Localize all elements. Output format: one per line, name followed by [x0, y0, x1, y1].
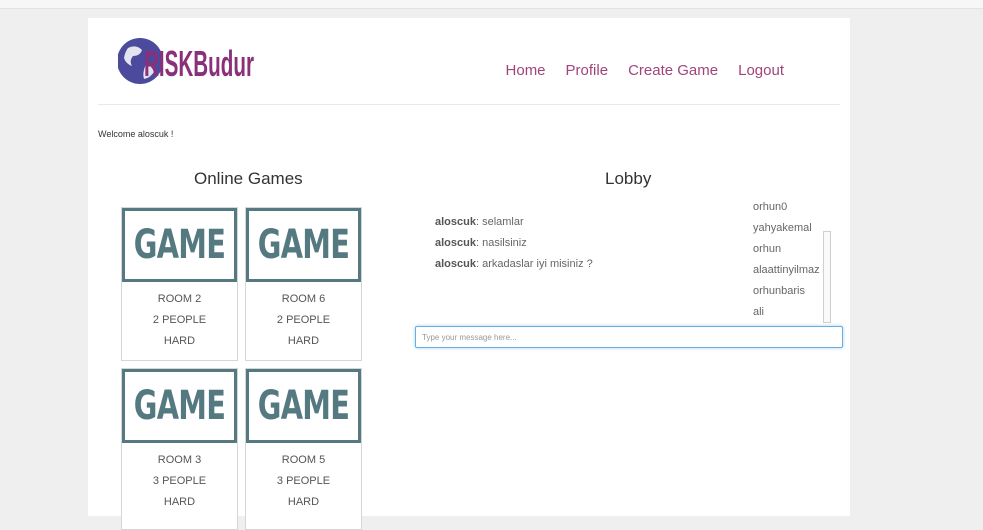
chat-message-input[interactable]	[415, 326, 843, 348]
room-people: 3 PEOPLE	[276, 475, 331, 487]
room-people: 2 PEOPLE	[152, 314, 207, 326]
user-item[interactable]: orhun0	[753, 198, 829, 219]
lobby-title: Lobby	[605, 169, 652, 188]
game-card-room-3[interactable]: GAME ROOM 3 3 PEOPLE HARD	[121, 368, 238, 530]
game-banner: GAME	[246, 208, 361, 282]
room-people: 2 PEOPLE	[276, 314, 331, 326]
main-nav: Home Profile Create Game Logout	[506, 62, 784, 79]
message-text: selamlar	[482, 216, 524, 228]
chat-message: aloscuk: arkadaslar iyi misiniz ?	[435, 258, 593, 270]
page-container: RISKBudur Home Profile Create Game Logou…	[88, 18, 850, 530]
user-item[interactable]: orhun	[753, 240, 829, 261]
nav-profile[interactable]: Profile	[566, 62, 609, 79]
message-user: aloscuk	[435, 258, 476, 270]
room-name: ROOM 5	[281, 454, 326, 466]
nav-logout[interactable]: Logout	[738, 62, 784, 79]
chat-message: aloscuk: selamlar	[435, 216, 524, 228]
room-name: ROOM 2	[157, 293, 202, 305]
browser-top-bar	[0, 0, 983, 9]
room-difficulty: HARD	[163, 496, 196, 508]
game-card-room-2[interactable]: GAME ROOM 2 2 PEOPLE HARD	[121, 207, 238, 361]
nav-home[interactable]: Home	[506, 62, 546, 79]
user-item[interactable]: ali	[753, 303, 829, 324]
online-users-list: orhun0 yahyakemal orhun alaattinyilmaz o…	[753, 198, 829, 324]
nav-create-game[interactable]: Create Game	[628, 62, 718, 79]
user-item[interactable]: yahyakemal	[753, 219, 829, 240]
chat-message: aloscuk: nasilsiniz	[435, 237, 527, 249]
game-banner: GAME	[122, 369, 237, 443]
riskbudur-logo[interactable]: RISKBudur	[118, 34, 258, 90]
logo-text: RISKBudur	[144, 43, 254, 84]
message-user: aloscuk	[435, 237, 476, 249]
game-card-room-6[interactable]: GAME ROOM 6 2 PEOPLE HARD	[245, 207, 362, 361]
room-difficulty: HARD	[287, 335, 320, 347]
room-difficulty: HARD	[287, 496, 320, 508]
user-item[interactable]: alaattinyilmaz	[753, 261, 829, 282]
message-user: aloscuk	[435, 216, 476, 228]
message-text: nasilsiniz	[482, 237, 527, 249]
game-card-room-5[interactable]: GAME ROOM 5 3 PEOPLE HARD	[245, 368, 362, 530]
chat-messages: aloscuk: selamlar aloscuk: nasilsiniz al…	[435, 214, 735, 277]
room-people: 3 PEOPLE	[152, 475, 207, 487]
header-divider	[98, 104, 840, 105]
room-name: ROOM 6	[281, 293, 326, 305]
users-scrollbar[interactable]	[823, 231, 831, 323]
welcome-text: Welcome aloscuk !	[98, 129, 174, 139]
game-banner: GAME	[122, 208, 237, 282]
game-banner: GAME	[246, 369, 361, 443]
room-difficulty: HARD	[163, 335, 196, 347]
user-item[interactable]: orhunbaris	[753, 282, 829, 303]
message-text: arkadaslar iyi misiniz ?	[482, 258, 593, 270]
online-games-title: Online Games	[194, 169, 303, 188]
room-name: ROOM 3	[157, 454, 202, 466]
